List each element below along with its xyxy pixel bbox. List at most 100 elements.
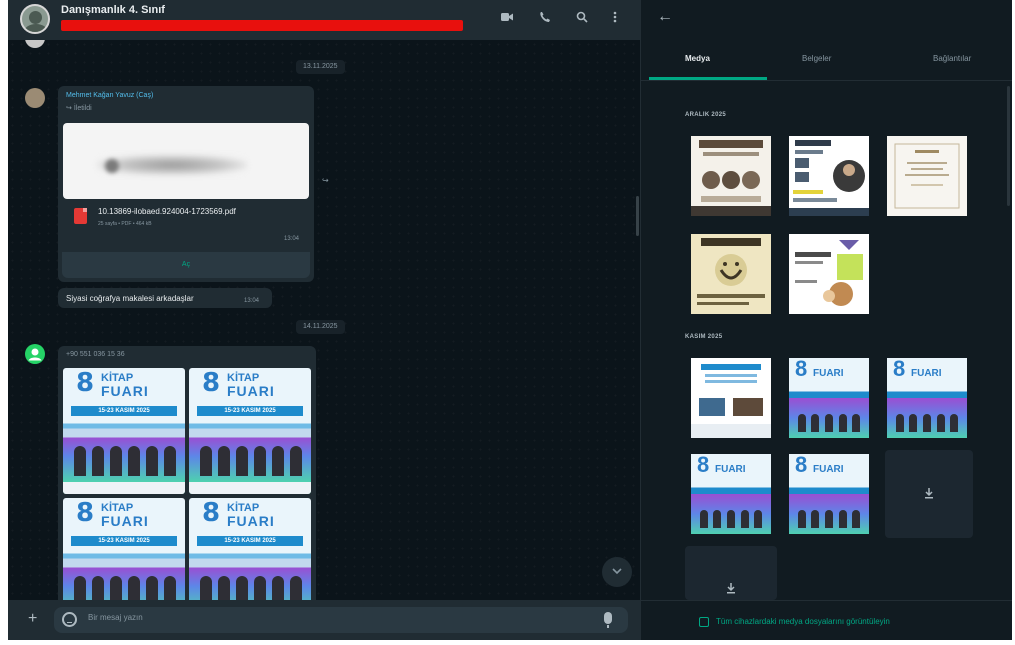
section-title: ARALIK 2025: [685, 112, 726, 118]
attach-plus-icon[interactable]: +: [28, 610, 37, 628]
pdf-file-icon: [74, 208, 87, 224]
media-download-tile[interactable]: [685, 546, 777, 600]
sender-name[interactable]: Mehmet Kağan Yavuz (Caş): [66, 92, 153, 99]
document-preview[interactable]: [63, 123, 309, 199]
open-document-button[interactable]: Aç: [62, 252, 310, 278]
media-panel-scrollbar[interactable]: [1007, 86, 1010, 206]
phone-icon[interactable]: [536, 10, 554, 28]
default-avatar[interactable]: [25, 344, 45, 364]
book-fair-poster: 8 FUARI: [887, 358, 967, 438]
mini-poster-people: [697, 506, 765, 528]
section-title: KASIM 2025: [685, 334, 723, 340]
chat-title[interactable]: Danışmanlık 4. Sınıf: [61, 4, 165, 16]
tab-media[interactable]: Medya: [685, 54, 710, 63]
forward-share-icon[interactable]: ↪: [322, 176, 329, 185]
media-thumbnail[interactable]: 8 FUARI: [691, 454, 771, 534]
document-message-bubble[interactable]: Mehmet Kağan Yavuz (Caş) ↪ İletildi 10.1…: [58, 86, 314, 282]
menu-dots-icon[interactable]: [606, 10, 624, 28]
chat-pane: Danışmanlık 4. Sınıf 13.11.2025 Mehmet K…: [8, 0, 640, 640]
poster-people: [71, 440, 179, 476]
microphone-icon[interactable]: [604, 612, 612, 628]
forward-arrow-icon: ↪: [66, 105, 72, 112]
poster-date: 15-23 KASIM 2025: [197, 406, 303, 416]
chevron-down-icon: [612, 568, 622, 575]
media-thumbnail[interactable]: [691, 136, 771, 216]
mini-poster-title: FUARI: [911, 368, 942, 379]
file-meta: 25 sayfa • PDF • 464 kB: [98, 221, 152, 227]
poster-line2: FUARI: [101, 513, 149, 529]
media-thumbnail[interactable]: 8 FUARI: [789, 358, 869, 438]
tab-links[interactable]: Bağlantılar: [933, 54, 971, 63]
poster-line2: FUARI: [227, 383, 275, 399]
poster-number: 8: [76, 498, 95, 528]
text-message-bubble[interactable]: Siyasi coğrafya makalesi arkadaşlar 13:0…: [58, 288, 272, 308]
message-input[interactable]: [88, 613, 558, 622]
poster-date: 15-23 KASIM 2025: [71, 536, 177, 546]
mini-poster-title: FUARI: [813, 368, 844, 379]
tab-documents[interactable]: Belgeler: [802, 54, 831, 63]
download-icon[interactable]: [724, 582, 738, 596]
whatsapp-window: Danışmanlık 4. Sınıf 13.11.2025 Mehmet K…: [8, 0, 1012, 640]
composer-bar: +: [8, 600, 640, 640]
back-arrow-icon[interactable]: ←: [657, 8, 673, 26]
mini-poster-title: FUARI: [715, 464, 746, 475]
poster-people: [197, 440, 305, 476]
blurred-preview: [97, 155, 247, 175]
album-image[interactable]: 8 KİTAP FUARI 15-23 KASIM 2025: [189, 498, 311, 600]
poster-line2: FUARI: [227, 513, 275, 529]
file-name: 10.13869-ilobaed.924004-1723569.pdf: [98, 207, 236, 216]
search-icon[interactable]: [573, 10, 591, 28]
mini-poster-number: 8: [697, 454, 710, 477]
poster-number: 8: [202, 498, 221, 528]
media-thumbnail[interactable]: [887, 136, 967, 216]
mini-poster-people: [893, 410, 961, 432]
book-fair-poster: 8 FUARI: [691, 454, 771, 534]
poster-people: [197, 570, 305, 600]
mini-poster-title: FUARI: [813, 464, 844, 475]
blurred-preview-dot: [105, 159, 119, 173]
scroll-to-bottom-button[interactable]: [602, 557, 632, 587]
media-panel-footer[interactable]: Tüm cihazlardaki medya dosyalarını görün…: [641, 600, 1012, 640]
sender-avatar[interactable]: [25, 88, 45, 108]
album-image[interactable]: 8 KİTAP FUARI 15-23 KASIM 2025: [63, 368, 185, 494]
video-call-icon[interactable]: [498, 10, 516, 28]
message-time: 13:04: [284, 236, 300, 242]
image-album-bubble[interactable]: +90 551 036 15 36 8 KİTAP FUARI 15-23 KA…: [58, 346, 316, 600]
media-thumbnail[interactable]: [789, 136, 869, 216]
album-image[interactable]: 8 KİTAP FUARI 15-23 KASIM 2025: [63, 498, 185, 600]
mini-poster-number: 8: [893, 358, 906, 381]
message-time: 13:04: [244, 298, 260, 304]
mini-poster-people: [795, 410, 863, 432]
group-avatar[interactable]: [20, 4, 50, 34]
date-divider: 13.11.2025: [296, 60, 345, 74]
message-input-box[interactable]: [54, 607, 628, 633]
sender-phone[interactable]: +90 551 036 15 36: [66, 351, 125, 358]
tabs-divider: [641, 80, 1012, 81]
sender-avatar[interactable]: [25, 40, 45, 48]
message-text: Siyasi coğrafya makalesi arkadaşlar: [66, 294, 194, 303]
poster-date: 15-23 KASIM 2025: [197, 536, 303, 546]
media-gallery-icon: [699, 617, 709, 627]
mini-poster-number: 8: [795, 358, 808, 381]
media-thumbnail[interactable]: [691, 234, 771, 314]
media-download-tile[interactable]: [885, 450, 973, 538]
message-list[interactable]: 13.11.2025 Mehmet Kağan Yavuz (Caş) ↪ İl…: [8, 40, 640, 600]
poster-people: [71, 570, 179, 600]
forwarded-label: ↪ İletildi: [66, 104, 92, 112]
media-thumbnail[interactable]: 8 FUARI: [887, 358, 967, 438]
chat-scrollbar[interactable]: [636, 196, 639, 236]
poster-footer: [63, 482, 185, 494]
emoji-icon[interactable]: [62, 612, 77, 627]
chat-header[interactable]: Danışmanlık 4. Sınıf: [8, 0, 640, 40]
view-all-media-link[interactable]: Tüm cihazlardaki medya dosyalarını görün…: [716, 617, 890, 626]
forwarded-text: İletildi: [73, 105, 92, 112]
media-panel: ← Medya Belgeler Bağlantılar ARALIK 2025: [640, 0, 1012, 640]
poster-footer: [189, 482, 311, 494]
download-icon[interactable]: [922, 487, 936, 501]
media-thumbnail[interactable]: [789, 234, 869, 314]
album-image[interactable]: 8 KİTAP FUARI 15-23 KASIM 2025: [189, 368, 311, 494]
media-thumbnail[interactable]: 8 FUARI: [789, 454, 869, 534]
book-fair-poster: 8 FUARI: [789, 454, 869, 534]
poster-number: 8: [202, 368, 221, 398]
media-thumbnail[interactable]: [691, 358, 771, 438]
